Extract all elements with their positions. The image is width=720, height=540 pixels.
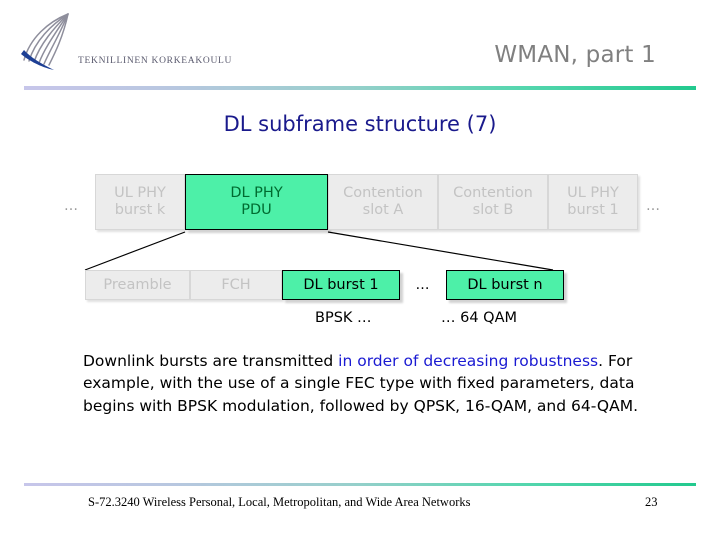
slide-header: TEKNILLINEN KORKEAKOULU WMAN, part 1 (0, 0, 720, 96)
page-title: WMAN, part 1 (494, 42, 656, 68)
header-divider (24, 86, 696, 90)
footer-course-title: S-72.3240 Wireless Personal, Local, Metr… (88, 495, 471, 509)
logo-wordmark: TEKNILLINEN KORKEAKOULU (78, 56, 233, 66)
cell-dl-burst-n[interactable]: DL burst n (446, 270, 564, 300)
cell-dl-phy-pdu[interactable]: DL PHY PDU (185, 174, 328, 230)
cell-line-1: DL PHY (230, 185, 283, 202)
cell-line-1: Contention (343, 185, 423, 202)
diagram-left-ellipsis: … (64, 198, 79, 214)
body-segment-1: Downlink bursts are transmitted (83, 352, 339, 370)
cell-line-2: slot A (362, 202, 404, 218)
cell-line-1: Contention (453, 185, 533, 202)
cell-line-1: UL PHY (114, 185, 166, 202)
frame-row-dl-pdu: Preamble FCH DL burst 1 … DL burst n (85, 270, 564, 300)
cell-preamble[interactable]: Preamble (85, 270, 190, 300)
modulation-labels: BPSK … … 64 QAM (0, 310, 720, 332)
cell-line-1: UL PHY (567, 185, 619, 202)
footer-divider (24, 483, 696, 486)
logo: TEKNILLINEN KORKEAKOULU (18, 12, 238, 82)
modulation-label-bpsk: BPSK … (315, 310, 372, 326)
cell-contention-slot-a[interactable]: Contention slot A (328, 174, 438, 230)
cell-ul-phy-burst-k[interactable]: UL PHY burst k (95, 174, 185, 230)
body-paragraph: Downlink bursts are transmitted in order… (83, 350, 643, 417)
cell-line-2: burst 1 (567, 202, 619, 218)
body-segment-accent: in order of decreasing robustness (338, 352, 599, 370)
cell-ul-phy-burst-1[interactable]: UL PHY burst 1 (548, 174, 638, 230)
cell-line-2: slot B (472, 202, 514, 218)
cell-fch[interactable]: FCH (190, 270, 282, 300)
cell-line-2: burst k (114, 202, 166, 218)
row2-inner-ellipsis: … (415, 277, 431, 293)
frame-row-phy: UL PHY burst k DL PHY PDU Contention slo… (95, 174, 638, 230)
page-number: 23 (645, 495, 658, 509)
tkk-logo-icon (21, 13, 69, 70)
cell-contention-slot-b[interactable]: Contention slot B (438, 174, 548, 230)
cell-dl-burst-1[interactable]: DL burst 1 (282, 270, 400, 300)
cell-line-2: PDU (241, 202, 272, 218)
diagram-right-ellipsis: … (646, 198, 661, 214)
modulation-label-64qam: … 64 QAM (441, 310, 518, 326)
slide-subtitle: DL subframe structure (7) (223, 112, 497, 136)
